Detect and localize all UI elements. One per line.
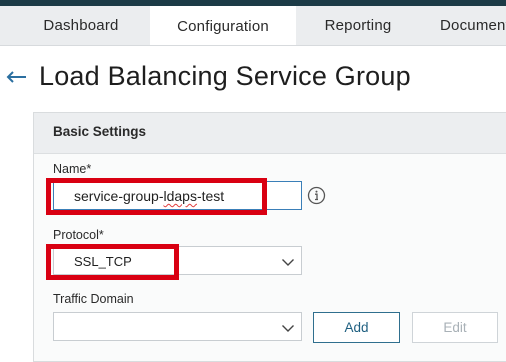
tab-dashboard[interactable]: Dashboard (18, 6, 144, 45)
traffic-domain-select[interactable] (53, 312, 302, 341)
basic-settings-header: Basic Settings (34, 113, 506, 154)
protocol-select[interactable]: SSL_TCP (53, 246, 302, 275)
chevron-down-icon (281, 321, 295, 333)
basic-settings-title: Basic Settings (53, 124, 147, 139)
back-arrow-icon[interactable] (4, 67, 30, 93)
name-input[interactable]: service-group-ldaps-test (53, 181, 302, 210)
page-title: Load Balancing Service Group (39, 61, 411, 91)
protocol-select-value: SSL_TCP (74, 254, 132, 269)
spellcheck-underline: ldaps (163, 188, 197, 204)
name-label: Name* (53, 162, 92, 176)
add-button[interactable]: Add (313, 312, 400, 343)
chevron-down-icon (281, 255, 295, 267)
info-icon[interactable] (307, 186, 326, 205)
tab-documentation[interactable]: Documentation (418, 6, 506, 45)
tab-reporting[interactable]: Reporting (303, 6, 413, 45)
tab-configuration[interactable]: Configuration (150, 6, 296, 45)
protocol-label: Protocol* (53, 228, 104, 242)
main-nav-tabs: Dashboard Configuration Reporting Docume… (0, 6, 506, 46)
traffic-domain-label: Traffic Domain (53, 292, 134, 306)
name-input-value: service-group-ldaps-test (74, 188, 225, 204)
edit-button[interactable]: Edit (412, 312, 498, 343)
